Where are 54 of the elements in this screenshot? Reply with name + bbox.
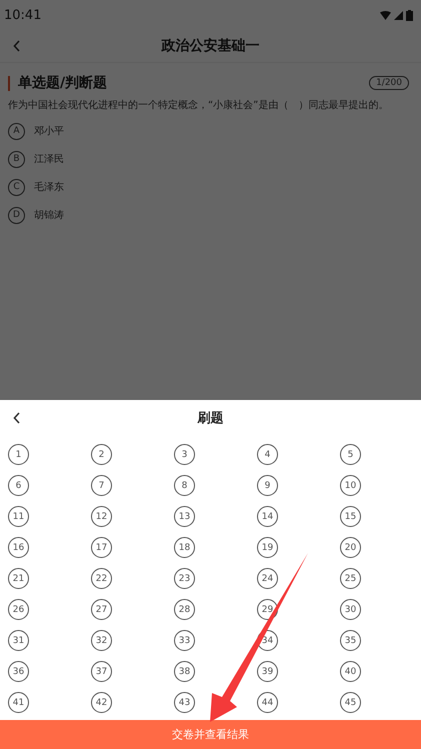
question-counter: 1/200 [369, 76, 409, 90]
question-number[interactable]: 24 [257, 568, 278, 589]
question-number[interactable]: 10 [340, 475, 361, 496]
question-number[interactable]: 12 [91, 506, 112, 527]
question-number[interactable]: 15 [340, 506, 361, 527]
question-number[interactable]: 44 [257, 692, 278, 713]
question-number[interactable]: 27 [91, 599, 112, 620]
question-number[interactable]: 45 [340, 692, 361, 713]
question-number[interactable]: 40 [340, 661, 361, 682]
question-number[interactable]: 8 [174, 475, 195, 496]
question-number[interactable]: 35 [340, 630, 361, 651]
question-number[interactable]: 1 [8, 444, 29, 465]
question-text: 作为中国社会现代化进程中的一个特定概念，“小康社会”是由（ ）同志最早提出的。 [8, 98, 390, 112]
question-number[interactable]: 14 [257, 506, 278, 527]
question-number[interactable]: 19 [257, 537, 278, 558]
question-number[interactable]: 21 [8, 568, 29, 589]
question-number[interactable]: 11 [8, 506, 29, 527]
signal-icon [394, 10, 403, 20]
question-number[interactable]: 13 [174, 506, 195, 527]
question-number[interactable]: 2 [91, 444, 112, 465]
question-number[interactable]: 3 [174, 444, 195, 465]
question-number[interactable]: 16 [8, 537, 29, 558]
question-number[interactable]: 23 [174, 568, 195, 589]
page-title: 政治公安基础一 [162, 37, 260, 55]
question-number[interactable]: 5 [340, 444, 361, 465]
question-number[interactable]: 28 [174, 599, 195, 620]
question-number[interactable]: 18 [174, 537, 195, 558]
question-number[interactable]: 42 [91, 692, 112, 713]
question-number[interactable]: 9 [257, 475, 278, 496]
wifi-icon [380, 10, 391, 20]
question-number[interactable]: 7 [91, 475, 112, 496]
sheet-title: 刷题 [198, 410, 224, 427]
question-number[interactable]: 20 [340, 537, 361, 558]
question-number[interactable]: 6 [8, 475, 29, 496]
section-marker [8, 76, 10, 90]
question-number[interactable]: 43 [174, 692, 195, 713]
question-number[interactable]: 33 [174, 630, 195, 651]
question-number[interactable]: 25 [340, 568, 361, 589]
question-number[interactable]: 26 [8, 599, 29, 620]
question-number[interactable]: 39 [257, 661, 278, 682]
question-number[interactable]: 32 [91, 630, 112, 651]
section-title: 单选题/判断题 [18, 74, 108, 92]
question-number[interactable]: 38 [174, 661, 195, 682]
question-number[interactable]: 41 [8, 692, 29, 713]
question-number[interactable]: 22 [91, 568, 112, 589]
question-number[interactable]: 36 [8, 661, 29, 682]
back-icon[interactable] [13, 412, 21, 424]
battery-icon [406, 10, 413, 20]
question-number[interactable]: 31 [8, 630, 29, 651]
question-number[interactable]: 30 [340, 599, 361, 620]
question-number[interactable]: 37 [91, 661, 112, 682]
status-time: 10:41 [4, 8, 42, 22]
question-number[interactable]: 17 [91, 537, 112, 558]
question-number[interactable]: 4 [257, 444, 278, 465]
